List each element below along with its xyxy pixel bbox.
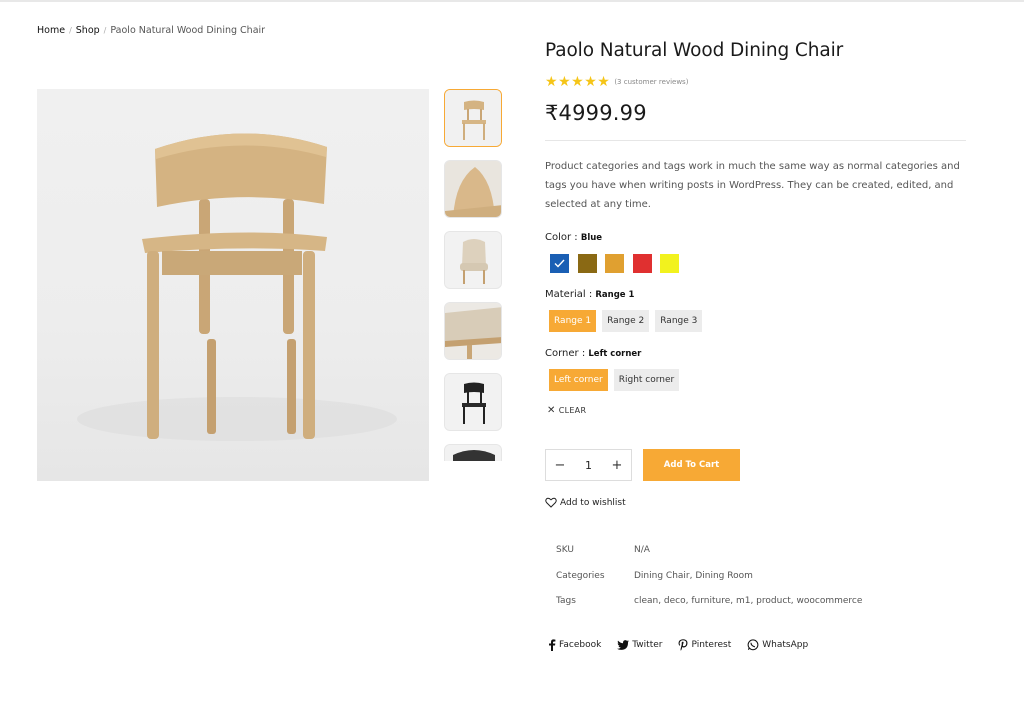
meta-key: Tags — [556, 596, 576, 606]
material-attribute: Material : Range 1 Range 1 Range 2 Range… — [545, 289, 970, 332]
clear-selection-link[interactable]: ✕ CLEAR — [547, 405, 970, 416]
rating-row: ★ ★ ★ ★ ★ (3 customer reviews) — [545, 75, 970, 89]
thumbnail-4[interactable] — [444, 302, 502, 360]
corner-option-left[interactable]: Left corner — [549, 369, 608, 391]
corner-attribute: Corner : Left corner Left corner Right c… — [545, 348, 970, 391]
meta-value-links[interactable]: Dining Chair, Dining Room — [634, 571, 753, 581]
material-option-range-2[interactable]: Range 2 — [602, 310, 650, 332]
facebook-icon — [549, 638, 556, 651]
material-label: Material : Range 1 — [545, 289, 635, 300]
swatch-blue[interactable] — [550, 254, 569, 273]
add-to-cart-row: − 1 + Add To Cart — [545, 449, 970, 481]
product-price: ₹4999.99 — [545, 101, 647, 125]
star-icon: ★ — [571, 74, 584, 90]
thumb-dark-chair — [445, 445, 501, 461]
swatch-yellow[interactable] — [660, 254, 679, 273]
color-swatches — [550, 254, 970, 273]
meta-row-sku: SKU N/A — [556, 545, 970, 571]
product-summary: Paolo Natural Wood Dining Chair ★ ★ ★ ★ … — [545, 40, 970, 651]
share-pinterest[interactable]: Pinterest — [678, 638, 731, 651]
meta-key: SKU — [556, 545, 574, 555]
share-twitter[interactable]: Twitter — [617, 640, 662, 650]
share-facebook[interactable]: Facebook — [548, 638, 601, 651]
thumb-seat-fabric — [445, 303, 501, 359]
share-whatsapp[interactable]: WhatsApp — [747, 638, 808, 651]
corner-options: Left corner Right corner — [549, 369, 970, 391]
breadcrumb: Home / Shop / Paolo Natural Wood Dining … — [37, 25, 265, 36]
corner-option-right[interactable]: Right corner — [613, 369, 680, 391]
social-share: Facebook Twitter Pinterest WhatsApp — [548, 638, 970, 651]
swatch-orange[interactable] — [605, 254, 624, 273]
swatch-brown[interactable] — [577, 254, 597, 273]
thumbnail-5[interactable] — [444, 373, 502, 431]
add-to-wishlist-link[interactable]: Add to wishlist — [545, 497, 970, 508]
check-icon — [554, 259, 565, 268]
star-icon: ★ — [545, 74, 558, 90]
quantity-decrease-button[interactable]: − — [554, 458, 566, 473]
corner-label: Corner : Left corner — [545, 348, 642, 359]
breadcrumb-separator: / — [69, 26, 72, 35]
thumbnail-3[interactable] — [444, 231, 502, 289]
product-description: Product categories and tags work in much… — [545, 161, 960, 210]
thumbnail-strip — [444, 89, 502, 461]
star-icon: ★ — [597, 74, 610, 90]
color-selected-value: Blue — [580, 233, 603, 243]
meta-row-categories: Categories Dining Chair, Dining Room — [556, 571, 970, 597]
close-icon: ✕ — [547, 405, 556, 416]
swatch-red[interactable] — [632, 254, 652, 273]
quantity-input[interactable]: 1 — [579, 459, 599, 472]
summary-divider — [545, 140, 966, 141]
meta-value: N/A — [634, 545, 650, 555]
thumb-chair-front — [445, 90, 501, 146]
heart-icon — [545, 497, 557, 508]
color-label: Color : Blue — [545, 232, 603, 243]
breadcrumb-home[interactable]: Home — [37, 25, 65, 36]
star-rating: ★ ★ ★ ★ ★ — [545, 75, 610, 89]
thumbnail-1[interactable] — [444, 89, 502, 147]
thumbnail-6[interactable] — [444, 444, 502, 461]
material-option-range-3[interactable]: Range 3 — [655, 310, 703, 332]
corner-selected-value: Left corner — [588, 349, 642, 359]
breadcrumb-separator: / — [103, 26, 107, 35]
meta-key: Categories — [556, 570, 605, 581]
quantity-stepper: − 1 + — [545, 449, 632, 481]
main-product-image[interactable] — [37, 89, 429, 481]
star-icon: ★ — [584, 74, 597, 90]
material-option-range-1[interactable]: Range 1 — [549, 310, 597, 332]
meta-value-links[interactable]: clean, deco, furniture, m1, product, woo… — [634, 596, 862, 606]
quantity-increase-button[interactable]: + — [611, 458, 623, 473]
thumb-chair-detail — [445, 161, 501, 217]
breadcrumb-current: Paolo Natural Wood Dining Chair — [110, 25, 266, 36]
meta-row-tags: Tags clean, deco, furniture, m1, product… — [556, 596, 970, 622]
breadcrumb-shop[interactable]: Shop — [76, 25, 100, 36]
top-divider — [0, 0, 1024, 2]
chair-image — [77, 133, 397, 441]
twitter-icon — [617, 639, 630, 650]
star-icon: ★ — [558, 74, 571, 90]
product-meta: SKU N/A Categories Dining Chair, Dining … — [556, 545, 970, 622]
color-attribute: Color : Blue — [545, 232, 970, 273]
material-options: Range 1 Range 2 Range 3 — [549, 310, 970, 332]
product-title: Paolo Natural Wood Dining Chair — [545, 40, 844, 61]
thumb-upholstered-chair — [445, 232, 501, 288]
add-to-cart-button[interactable]: Add To Cart — [643, 449, 740, 481]
thumb-black-chair — [445, 374, 501, 430]
pinterest-icon — [678, 638, 688, 651]
review-count-link[interactable]: (3 customer reviews) — [614, 78, 688, 86]
whatsapp-icon — [747, 638, 759, 650]
thumbnail-2[interactable] — [444, 160, 502, 218]
material-selected-value: Range 1 — [595, 290, 635, 300]
